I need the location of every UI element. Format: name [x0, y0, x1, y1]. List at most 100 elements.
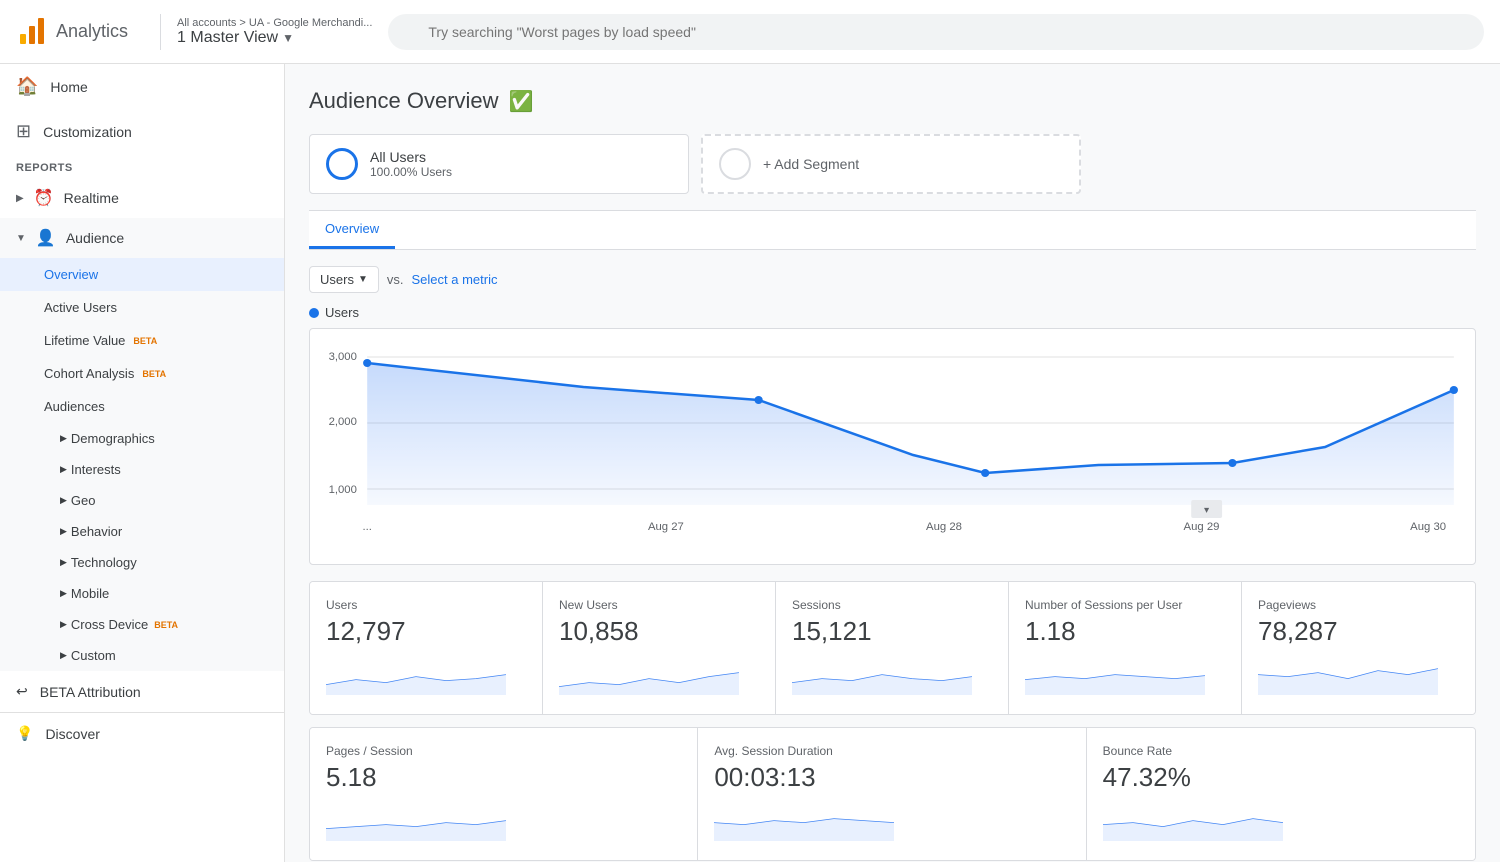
chart-controls: Users ▼ vs. Select a metric	[309, 266, 1476, 293]
sidebar-home-label: Home	[50, 79, 87, 95]
chevron-right-icon: ▶	[60, 495, 67, 506]
metrics-grid-row1: Users 12,797 New Users 10,858 Sessions 1…	[309, 581, 1476, 715]
chart-container: 3,000 2,000 1,000	[309, 328, 1476, 565]
metric-card-bounce-rate: Bounce Rate 47.32%	[1087, 728, 1475, 860]
legend-label: Users	[325, 305, 359, 320]
tab-overview[interactable]: Overview	[309, 211, 395, 249]
vs-label: vs.	[387, 272, 404, 287]
search-input[interactable]	[388, 14, 1484, 50]
mini-chart-pageviews	[1258, 655, 1438, 695]
legend-dot-icon	[309, 308, 319, 318]
sidebar-item-lifetime-value[interactable]: Lifetime ValueBETA	[0, 324, 284, 357]
sidebar-item-attribution[interactable]: ↩ BETA Attribution	[0, 671, 284, 712]
chart-legend: Users	[309, 305, 1476, 320]
select-metric-link[interactable]: Select a metric	[411, 272, 497, 287]
metric-label-avg-session-duration: Avg. Session Duration	[714, 744, 1069, 758]
sidebar-item-cross-device[interactable]: ▶ Cross Device BETA	[0, 609, 284, 640]
lifetime-value-beta-badge: BETA	[133, 336, 157, 346]
analytics-logo-icon	[16, 16, 48, 48]
page-title: Audience Overview	[309, 88, 499, 114]
segment-pct: 100.00% Users	[370, 165, 452, 179]
interests-label: Interests	[71, 462, 121, 477]
view-selector[interactable]: 1 Master View ▼	[177, 29, 372, 47]
customization-icon: ⊞	[16, 121, 31, 142]
segment-name: All Users	[370, 149, 452, 165]
overview-label: Overview	[44, 267, 98, 282]
topbar-divider	[160, 14, 161, 50]
mini-chart-bounce-rate	[1103, 801, 1283, 841]
chevron-right-icon: ▶	[60, 619, 67, 630]
sidebar-item-cohort-analysis[interactable]: Cohort AnalysisBETA	[0, 357, 284, 390]
svg-text:...: ...	[362, 521, 371, 533]
content-area: Audience Overview ✅ All Users 100.00% Us…	[285, 64, 1500, 862]
metric-card-avg-session-duration: Avg. Session Duration 00:03:13	[698, 728, 1086, 860]
sidebar-audience-label: Audience	[66, 230, 124, 246]
sidebar-item-active-users[interactable]: Active Users	[0, 291, 284, 324]
sidebar-item-discover[interactable]: 💡 Discover	[0, 712, 284, 754]
chevron-right-icon: ▶	[60, 526, 67, 537]
discover-label: Discover	[45, 726, 99, 742]
sidebar-item-overview[interactable]: Overview	[0, 258, 284, 291]
metric-label-pageviews: Pageviews	[1258, 598, 1459, 612]
mini-chart-sessions-per-user	[1025, 655, 1205, 695]
metric-value-users: 12,797	[326, 616, 526, 647]
sidebar: 🏠 Home ⊞ Customization REPORTS ▶ ⏰ Realt…	[0, 64, 285, 862]
users-chart: 3,000 2,000 1,000	[326, 345, 1459, 545]
topbar: Analytics All accounts > UA - Google Mer…	[0, 0, 1500, 64]
home-icon: 🏠	[16, 76, 38, 97]
logo-text: Analytics	[56, 21, 128, 42]
chevron-right-icon: ▶	[60, 588, 67, 599]
metric-card-new-users: New Users 10,858	[543, 582, 776, 714]
mini-chart-pages-session	[326, 801, 506, 841]
sidebar-realtime-label: Realtime	[64, 190, 119, 206]
sidebar-item-customization[interactable]: ⊞ Customization	[0, 109, 284, 154]
metric-value-sessions: 15,121	[792, 616, 992, 647]
segment-add-circle	[719, 148, 751, 180]
metric-selector[interactable]: Users ▼	[309, 266, 379, 293]
metrics-grid-row2: Pages / Session 5.18 Avg. Session Durati…	[309, 727, 1476, 861]
account-path: All accounts > UA - Google Merchandi...	[177, 17, 372, 29]
discover-icon: 💡	[16, 725, 33, 742]
add-segment-label: + Add Segment	[763, 156, 859, 172]
metric-value-bounce-rate: 47.32%	[1103, 762, 1459, 793]
account-selector[interactable]: All accounts > UA - Google Merchandi... …	[177, 17, 372, 47]
sidebar-item-custom[interactable]: ▶ Custom	[0, 640, 284, 671]
segment-info: All Users 100.00% Users	[370, 149, 452, 179]
demographics-label: Demographics	[71, 431, 155, 446]
sidebar-item-home[interactable]: 🏠 Home	[0, 64, 284, 109]
cross-device-label: Cross Device	[71, 617, 148, 632]
sidebar-item-demographics[interactable]: ▶ Demographics	[0, 423, 284, 454]
cohort-analysis-label: Cohort Analysis	[44, 366, 134, 381]
svg-text:Aug 30: Aug 30	[1410, 521, 1446, 533]
custom-label: Custom	[71, 648, 116, 663]
segment-circle-icon	[326, 148, 358, 180]
chevron-right-icon: ▶	[60, 433, 67, 444]
sidebar-item-audiences[interactable]: Audiences	[0, 390, 284, 423]
sidebar-item-technology[interactable]: ▶ Technology	[0, 547, 284, 578]
metric-label-bounce-rate: Bounce Rate	[1103, 744, 1459, 758]
metric-label-sessions: Sessions	[792, 598, 992, 612]
behavior-label: Behavior	[71, 524, 122, 539]
tab-bar: Overview	[309, 210, 1476, 250]
mini-chart-new-users	[559, 655, 739, 695]
technology-label: Technology	[71, 555, 137, 570]
metric-value-sessions-per-user: 1.18	[1025, 616, 1225, 647]
realtime-icon: ⏰	[34, 188, 54, 208]
view-label: 1 Master View	[177, 29, 278, 47]
metric-label-new-users: New Users	[559, 598, 759, 612]
cross-device-beta-badge: BETA	[154, 620, 178, 630]
segment-add-card[interactable]: + Add Segment	[701, 134, 1081, 194]
sidebar-audience-header[interactable]: ▼ 👤 Audience	[0, 218, 284, 258]
metric-value-pageviews: 78,287	[1258, 616, 1459, 647]
sidebar-item-behavior[interactable]: ▶ Behavior	[0, 516, 284, 547]
audience-icon: 👤	[36, 228, 56, 248]
sidebar-item-interests[interactable]: ▶ Interests	[0, 454, 284, 485]
audiences-label: Audiences	[44, 399, 105, 414]
svg-text:1,000: 1,000	[329, 484, 357, 496]
sidebar-item-realtime[interactable]: ▶ ⏰ Realtime	[0, 178, 284, 218]
segment-bar: All Users 100.00% Users + Add Segment	[309, 134, 1476, 194]
segment-card-all-users[interactable]: All Users 100.00% Users	[309, 134, 689, 194]
reports-section-label: REPORTS	[0, 154, 284, 178]
sidebar-item-mobile[interactable]: ▶ Mobile	[0, 578, 284, 609]
sidebar-item-geo[interactable]: ▶ Geo	[0, 485, 284, 516]
